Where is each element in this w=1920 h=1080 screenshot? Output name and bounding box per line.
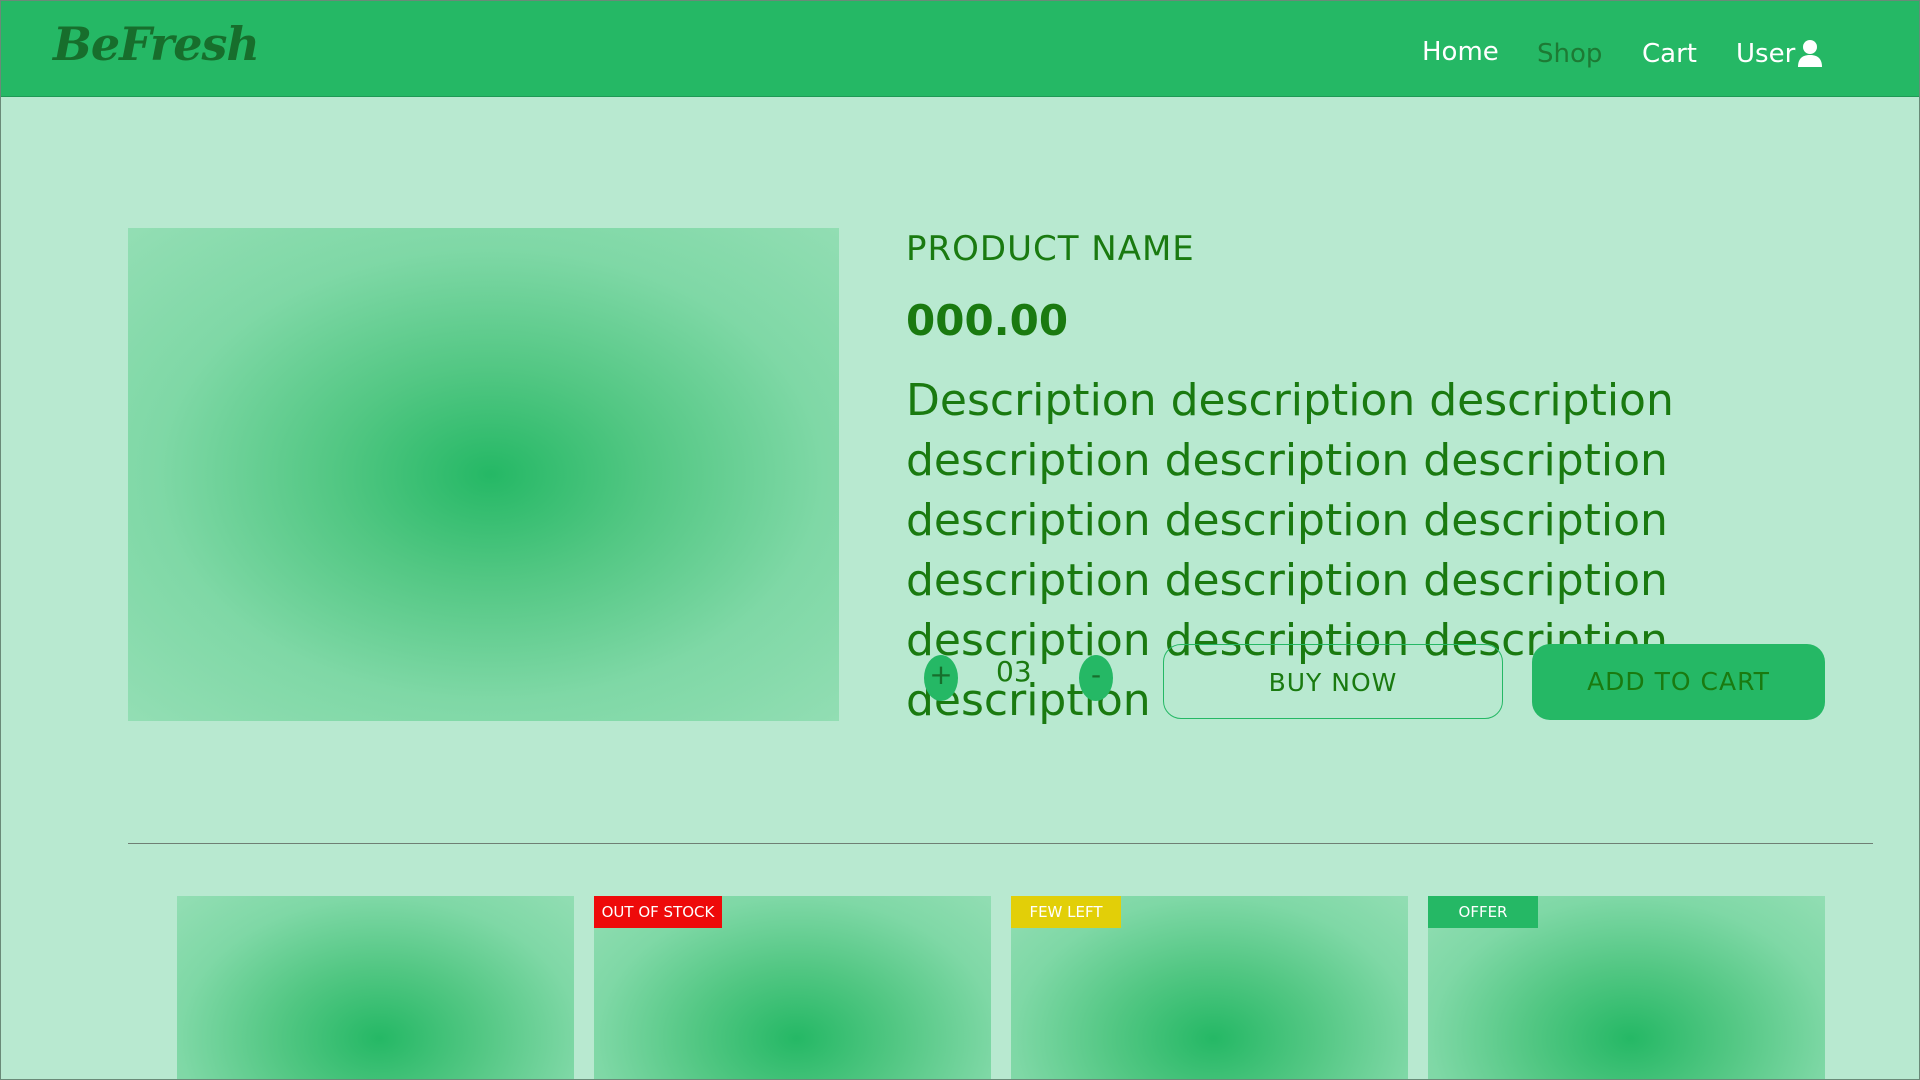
- product-price: 000.00: [906, 296, 1069, 345]
- navbar: BeFresh Home Shop Cart User: [1, 1, 1919, 97]
- product-card[interactable]: OUT OF STOCK: [594, 896, 991, 1079]
- product-name: PRODUCT NAME: [906, 229, 1195, 269]
- nav-shop-link[interactable]: Shop: [1537, 39, 1602, 69]
- page: BeFresh Home Shop Cart User PRODUCT NAME…: [0, 0, 1920, 1080]
- add-to-cart-button[interactable]: ADD TO CART: [1532, 644, 1825, 720]
- few-left-badge: FEW LEFT: [1011, 896, 1121, 928]
- nav-home-link[interactable]: Home: [1422, 37, 1499, 67]
- product-card[interactable]: OFFER: [1428, 896, 1825, 1079]
- buy-now-button[interactable]: BUY NOW: [1163, 644, 1503, 719]
- out-of-stock-badge: OUT OF STOCK: [594, 896, 722, 928]
- user-icon[interactable]: [1798, 39, 1822, 67]
- section-divider: [128, 843, 1873, 844]
- quantity-decrease-button[interactable]: -: [1079, 655, 1113, 701]
- nav-cart-link[interactable]: Cart: [1642, 39, 1697, 69]
- nav-user-link[interactable]: User: [1736, 39, 1795, 69]
- quantity-increase-button[interactable]: +: [924, 655, 958, 701]
- product-image: [128, 228, 839, 721]
- product-card[interactable]: [177, 896, 574, 1079]
- product-card[interactable]: FEW LEFT: [1011, 896, 1408, 1079]
- offer-badge: OFFER: [1428, 896, 1538, 928]
- quantity-value: 03: [996, 655, 1032, 688]
- logo[interactable]: BeFresh: [53, 17, 260, 71]
